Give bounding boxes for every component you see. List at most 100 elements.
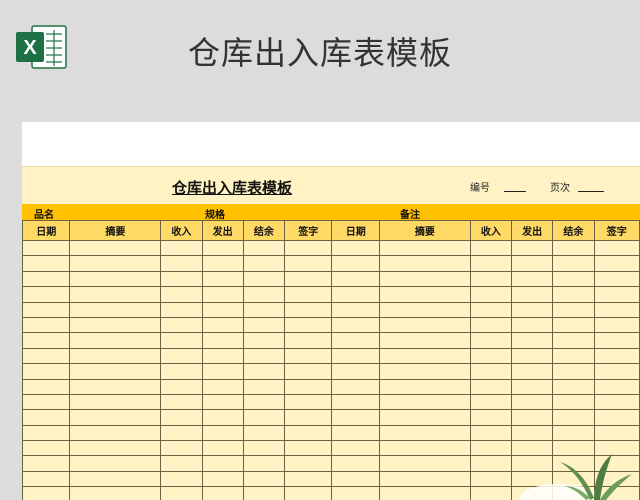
table-cell[interactable] <box>69 332 162 349</box>
table-cell[interactable] <box>378 455 471 472</box>
table-cell[interactable] <box>69 470 162 488</box>
table-cell[interactable] <box>378 347 471 365</box>
table-cell[interactable] <box>242 270 286 288</box>
table-cell[interactable] <box>201 409 244 426</box>
table-cell[interactable] <box>469 424 512 442</box>
table-cell[interactable] <box>378 270 471 288</box>
table-cell[interactable] <box>378 286 471 303</box>
table-cell[interactable] <box>242 363 286 380</box>
table-cell[interactable] <box>242 486 286 500</box>
table-cell[interactable] <box>22 316 71 334</box>
table-cell[interactable] <box>331 455 380 472</box>
table-cell[interactable] <box>160 440 203 457</box>
table-cell[interactable] <box>22 470 71 488</box>
table-cell[interactable] <box>510 378 554 395</box>
table-cell[interactable] <box>160 455 203 472</box>
table-cell[interactable] <box>242 409 286 426</box>
table-cell[interactable] <box>201 363 244 380</box>
table-cell[interactable] <box>22 286 71 303</box>
table-cell[interactable] <box>510 347 554 365</box>
table-cell[interactable] <box>552 301 595 318</box>
table-cell[interactable] <box>552 286 595 303</box>
table-cell[interactable] <box>160 409 203 426</box>
table-cell[interactable] <box>242 455 286 472</box>
table-cell[interactable] <box>469 316 512 334</box>
table-cell[interactable] <box>69 455 162 472</box>
table-cell[interactable] <box>201 255 244 272</box>
table-cell[interactable] <box>284 286 333 303</box>
table-cell[interactable] <box>378 393 471 411</box>
table-cell[interactable] <box>242 301 286 318</box>
table-cell[interactable] <box>160 239 203 257</box>
table-cell[interactable] <box>160 255 203 272</box>
table-cell[interactable] <box>593 255 640 272</box>
table-cell[interactable] <box>284 332 333 349</box>
table-cell[interactable] <box>469 486 512 500</box>
table-cell[interactable] <box>160 332 203 349</box>
table-cell[interactable] <box>69 286 162 303</box>
table-cell[interactable] <box>69 440 162 457</box>
table-cell[interactable] <box>69 486 162 500</box>
table-cell[interactable] <box>378 378 471 395</box>
table-cell[interactable] <box>22 440 71 457</box>
table-cell[interactable] <box>201 239 244 257</box>
table-cell[interactable] <box>284 470 333 488</box>
table-cell[interactable] <box>201 486 244 500</box>
table-cell[interactable] <box>469 393 512 411</box>
table-cell[interactable] <box>593 270 640 288</box>
table-cell[interactable] <box>242 332 286 349</box>
table-cell[interactable] <box>242 440 286 457</box>
table-cell[interactable] <box>552 409 595 426</box>
table-cell[interactable] <box>69 378 162 395</box>
table-cell[interactable] <box>469 378 512 395</box>
table-cell[interactable] <box>201 424 244 442</box>
table-cell[interactable] <box>331 255 380 272</box>
table-cell[interactable] <box>331 409 380 426</box>
table-cell[interactable] <box>469 455 512 472</box>
table-cell[interactable] <box>552 316 595 334</box>
table-cell[interactable] <box>331 470 380 488</box>
table-cell[interactable] <box>378 332 471 349</box>
table-cell[interactable] <box>510 239 554 257</box>
table-cell[interactable] <box>378 470 471 488</box>
table-cell[interactable] <box>593 316 640 334</box>
table-cell[interactable] <box>593 347 640 365</box>
table-cell[interactable] <box>284 424 333 442</box>
table-cell[interactable] <box>160 347 203 365</box>
table-cell[interactable] <box>552 239 595 257</box>
table-cell[interactable] <box>593 409 640 426</box>
table-cell[interactable] <box>201 301 244 318</box>
table-cell[interactable] <box>331 486 380 500</box>
table-cell[interactable] <box>201 270 244 288</box>
table-cell[interactable] <box>242 378 286 395</box>
table-cell[interactable] <box>469 301 512 318</box>
table-cell[interactable] <box>552 363 595 380</box>
table-cell[interactable] <box>552 270 595 288</box>
table-cell[interactable] <box>201 455 244 472</box>
table-cell[interactable] <box>284 239 333 257</box>
table-cell[interactable] <box>284 255 333 272</box>
table-cell[interactable] <box>510 332 554 349</box>
table-cell[interactable] <box>160 286 203 303</box>
table-cell[interactable] <box>160 270 203 288</box>
table-cell[interactable] <box>242 393 286 411</box>
table-cell[interactable] <box>69 424 162 442</box>
table-cell[interactable] <box>469 440 512 457</box>
table-cell[interactable] <box>22 363 71 380</box>
table-cell[interactable] <box>22 301 71 318</box>
table-cell[interactable] <box>284 347 333 365</box>
table-cell[interactable] <box>510 424 554 442</box>
table-cell[interactable] <box>69 239 162 257</box>
table-cell[interactable] <box>593 239 640 257</box>
table-cell[interactable] <box>22 424 71 442</box>
table-cell[interactable] <box>469 470 512 488</box>
table-cell[interactable] <box>160 424 203 442</box>
table-cell[interactable] <box>469 239 512 257</box>
table-cell[interactable] <box>69 347 162 365</box>
table-cell[interactable] <box>69 393 162 411</box>
table-cell[interactable] <box>552 378 595 395</box>
table-cell[interactable] <box>593 378 640 395</box>
table-cell[interactable] <box>160 363 203 380</box>
table-cell[interactable] <box>510 393 554 411</box>
table-cell[interactable] <box>22 347 71 365</box>
